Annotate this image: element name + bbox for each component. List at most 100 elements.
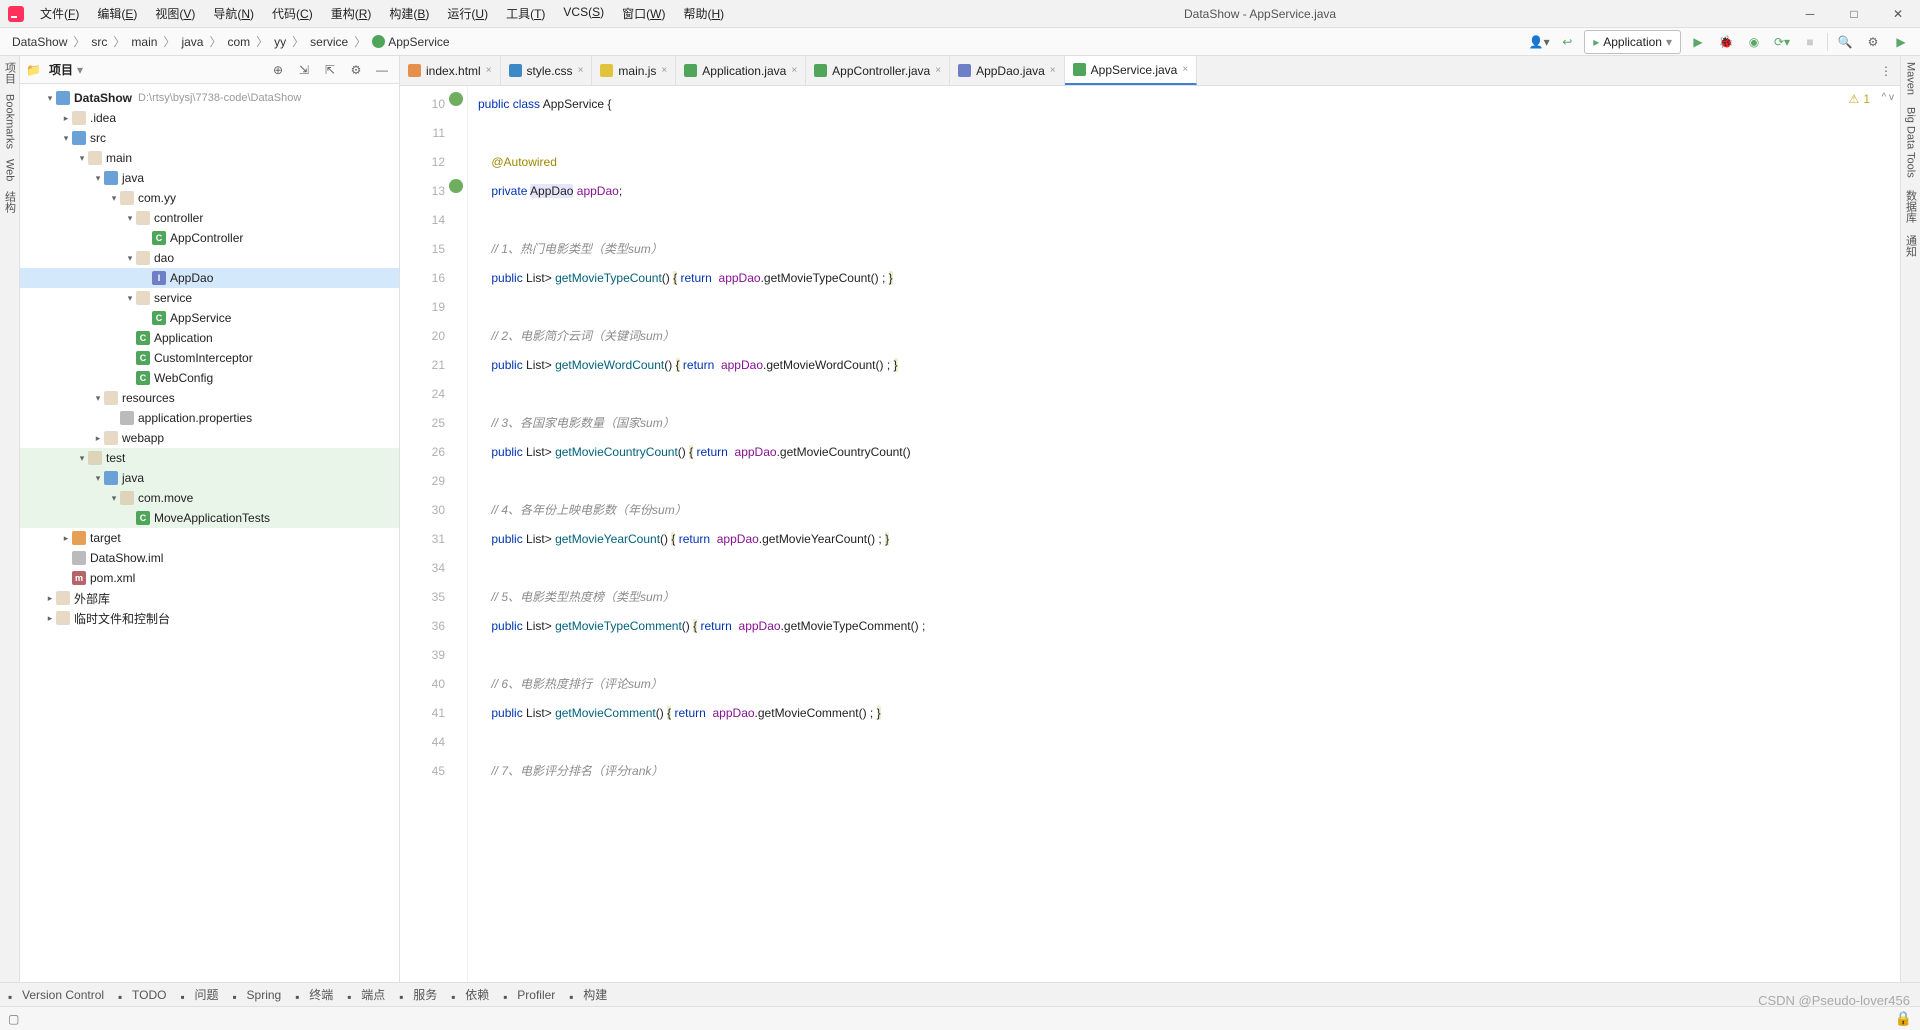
tree-item-target[interactable]: ▸target: [20, 528, 399, 548]
tree-item-AppDao[interactable]: IAppDao: [20, 268, 399, 288]
tree-item-CustomInterceptor[interactable]: CCustomInterceptor: [20, 348, 399, 368]
close-button[interactable]: ✕: [1876, 0, 1920, 28]
tab-AppController.java[interactable]: AppController.java×: [806, 56, 950, 85]
tree-item-dao[interactable]: ▾dao: [20, 248, 399, 268]
back-arrow-icon[interactable]: ↩: [1556, 31, 1578, 53]
breadcrumb-src[interactable]: src: [87, 33, 111, 51]
tree-item-service[interactable]: ▾service: [20, 288, 399, 308]
inspection-badge[interactable]: ⚠ 1: [1849, 92, 1870, 106]
bottom-tool-Spring[interactable]: ▪Spring: [233, 988, 282, 1002]
expand-icon[interactable]: ▸: [60, 113, 72, 124]
breadcrumb-service[interactable]: service: [306, 33, 352, 51]
left-strip-Bookmarks[interactable]: Bookmarks: [4, 94, 16, 149]
hide-panel-icon[interactable]: —: [371, 59, 393, 81]
tree-item-test[interactable]: ▾test: [20, 448, 399, 468]
code-with-me-icon[interactable]: ▶: [1890, 31, 1912, 53]
expand-icon[interactable]: ▾: [92, 473, 104, 484]
tree-item-controller[interactable]: ▾controller: [20, 208, 399, 228]
tree-item-AppController[interactable]: CAppController: [20, 228, 399, 248]
close-tab-icon[interactable]: ×: [486, 65, 492, 76]
expand-icon[interactable]: ▾: [60, 133, 72, 144]
menu-构建[interactable]: 构建(B): [381, 1, 437, 26]
fold-controls[interactable]: ^ v: [1882, 92, 1894, 103]
status-icon[interactable]: ▢: [8, 1012, 19, 1026]
tab-main.js[interactable]: main.js×: [592, 56, 676, 85]
tree-item-resources[interactable]: ▾resources: [20, 388, 399, 408]
tree-item-.idea[interactable]: ▸.idea: [20, 108, 399, 128]
right-strip-Maven[interactable]: Maven: [1905, 62, 1917, 95]
tree-item-DataShow[interactable]: ▾DataShowD:\rtsy\bysj\7738-code\DataShow: [20, 88, 399, 108]
tab-index.html[interactable]: index.html×: [400, 56, 501, 85]
tree-item-java[interactable]: ▾java: [20, 468, 399, 488]
expand-icon[interactable]: ▾: [108, 493, 120, 504]
panel-settings-icon[interactable]: ⚙: [345, 59, 367, 81]
expand-icon[interactable]: ▾: [124, 213, 136, 224]
bottom-tool-TODO[interactable]: ▪TODO: [118, 988, 166, 1002]
bottom-tool-依赖[interactable]: ▪依赖: [451, 986, 489, 1003]
close-tab-icon[interactable]: ×: [578, 65, 584, 76]
tab-Application.java[interactable]: Application.java×: [676, 56, 806, 85]
select-opened-icon[interactable]: ⊕: [267, 59, 289, 81]
expand-all-icon[interactable]: ⇲: [293, 59, 315, 81]
tree-item-MoveApplicationTests[interactable]: CMoveApplicationTests: [20, 508, 399, 528]
menu-视图[interactable]: 视图(V): [147, 1, 203, 26]
expand-icon[interactable]: ▾: [76, 153, 88, 164]
menu-文件[interactable]: 文件(F): [32, 1, 87, 26]
tree-item-webapp[interactable]: ▸webapp: [20, 428, 399, 448]
tabs-more-icon[interactable]: ⋮: [1872, 64, 1900, 78]
tree-item-AppService[interactable]: CAppService: [20, 308, 399, 328]
expand-icon[interactable]: ▾: [124, 253, 136, 264]
tree-item-main[interactable]: ▾main: [20, 148, 399, 168]
code-editor[interactable]: 1011121314151619202124252629303134353639…: [400, 86, 1900, 982]
tree-item-java[interactable]: ▾java: [20, 168, 399, 188]
menu-编辑[interactable]: 编辑(E): [89, 1, 145, 26]
expand-icon[interactable]: ▸: [60, 533, 72, 544]
expand-icon[interactable]: ▸: [44, 593, 56, 604]
expand-icon[interactable]: ▾: [44, 93, 56, 104]
tree-item-src[interactable]: ▾src: [20, 128, 399, 148]
breadcrumb-yy[interactable]: yy: [270, 33, 290, 51]
tab-style.css[interactable]: style.css×: [501, 56, 593, 85]
close-tab-icon[interactable]: ×: [935, 65, 941, 76]
search-icon[interactable]: 🔍: [1834, 31, 1856, 53]
expand-icon[interactable]: ▾: [92, 173, 104, 184]
tree-item-application.properties[interactable]: application.properties: [20, 408, 399, 428]
menu-重构[interactable]: 重构(R): [323, 1, 380, 26]
expand-icon[interactable]: ▾: [108, 193, 120, 204]
stop-button[interactable]: ■: [1799, 31, 1821, 53]
minimize-button[interactable]: ─: [1788, 0, 1832, 28]
bottom-tool-构建[interactable]: ▪构建: [569, 986, 607, 1003]
debug-button[interactable]: 🐞: [1715, 31, 1737, 53]
tab-AppService.java[interactable]: AppService.java×: [1065, 56, 1198, 85]
tab-AppDao.java[interactable]: AppDao.java×: [950, 56, 1065, 85]
tree-item-WebConfig[interactable]: CWebConfig: [20, 368, 399, 388]
left-strip-项目[interactable]: 项目: [2, 62, 18, 84]
menu-窗口[interactable]: 窗口(W): [614, 1, 673, 26]
right-strip-通知[interactable]: 通知: [1903, 235, 1919, 257]
user-icon[interactable]: 👤▾: [1528, 31, 1550, 53]
close-tab-icon[interactable]: ×: [1182, 64, 1188, 75]
right-strip-Big Data Tools[interactable]: Big Data Tools: [1905, 107, 1917, 178]
bottom-tool-Profiler[interactable]: ▪Profiler: [503, 988, 555, 1002]
expand-icon[interactable]: ▾: [92, 393, 104, 404]
menu-VCS[interactable]: VCS(S): [555, 1, 612, 26]
tree-item-pom.xml[interactable]: mpom.xml: [20, 568, 399, 588]
right-strip-数据库[interactable]: 数据库: [1903, 190, 1919, 223]
bottom-tool-终端[interactable]: ▪终端: [295, 986, 333, 1003]
menu-代码[interactable]: 代码(C): [264, 1, 321, 26]
lock-icon[interactable]: 🔒: [1895, 1010, 1912, 1027]
tree-item-Application[interactable]: CApplication: [20, 328, 399, 348]
breadcrumb-java[interactable]: java: [177, 33, 207, 51]
expand-icon[interactable]: ▸: [44, 613, 56, 624]
bottom-tool-端点[interactable]: ▪端点: [347, 986, 385, 1003]
tree-item-com.move[interactable]: ▾com.move: [20, 488, 399, 508]
close-tab-icon[interactable]: ×: [791, 65, 797, 76]
collapse-all-icon[interactable]: ⇱: [319, 59, 341, 81]
bottom-tool-问题[interactable]: ▪问题: [181, 986, 219, 1003]
expand-icon[interactable]: ▸: [92, 433, 104, 444]
breadcrumb-DataShow[interactable]: DataShow: [8, 33, 71, 51]
project-tree[interactable]: ▾DataShowD:\rtsy\bysj\7738-code\DataShow…: [20, 84, 399, 982]
menu-帮助[interactable]: 帮助(H): [675, 1, 732, 26]
left-strip-结构[interactable]: 结构: [2, 191, 18, 213]
breadcrumb-main[interactable]: main: [127, 33, 161, 51]
